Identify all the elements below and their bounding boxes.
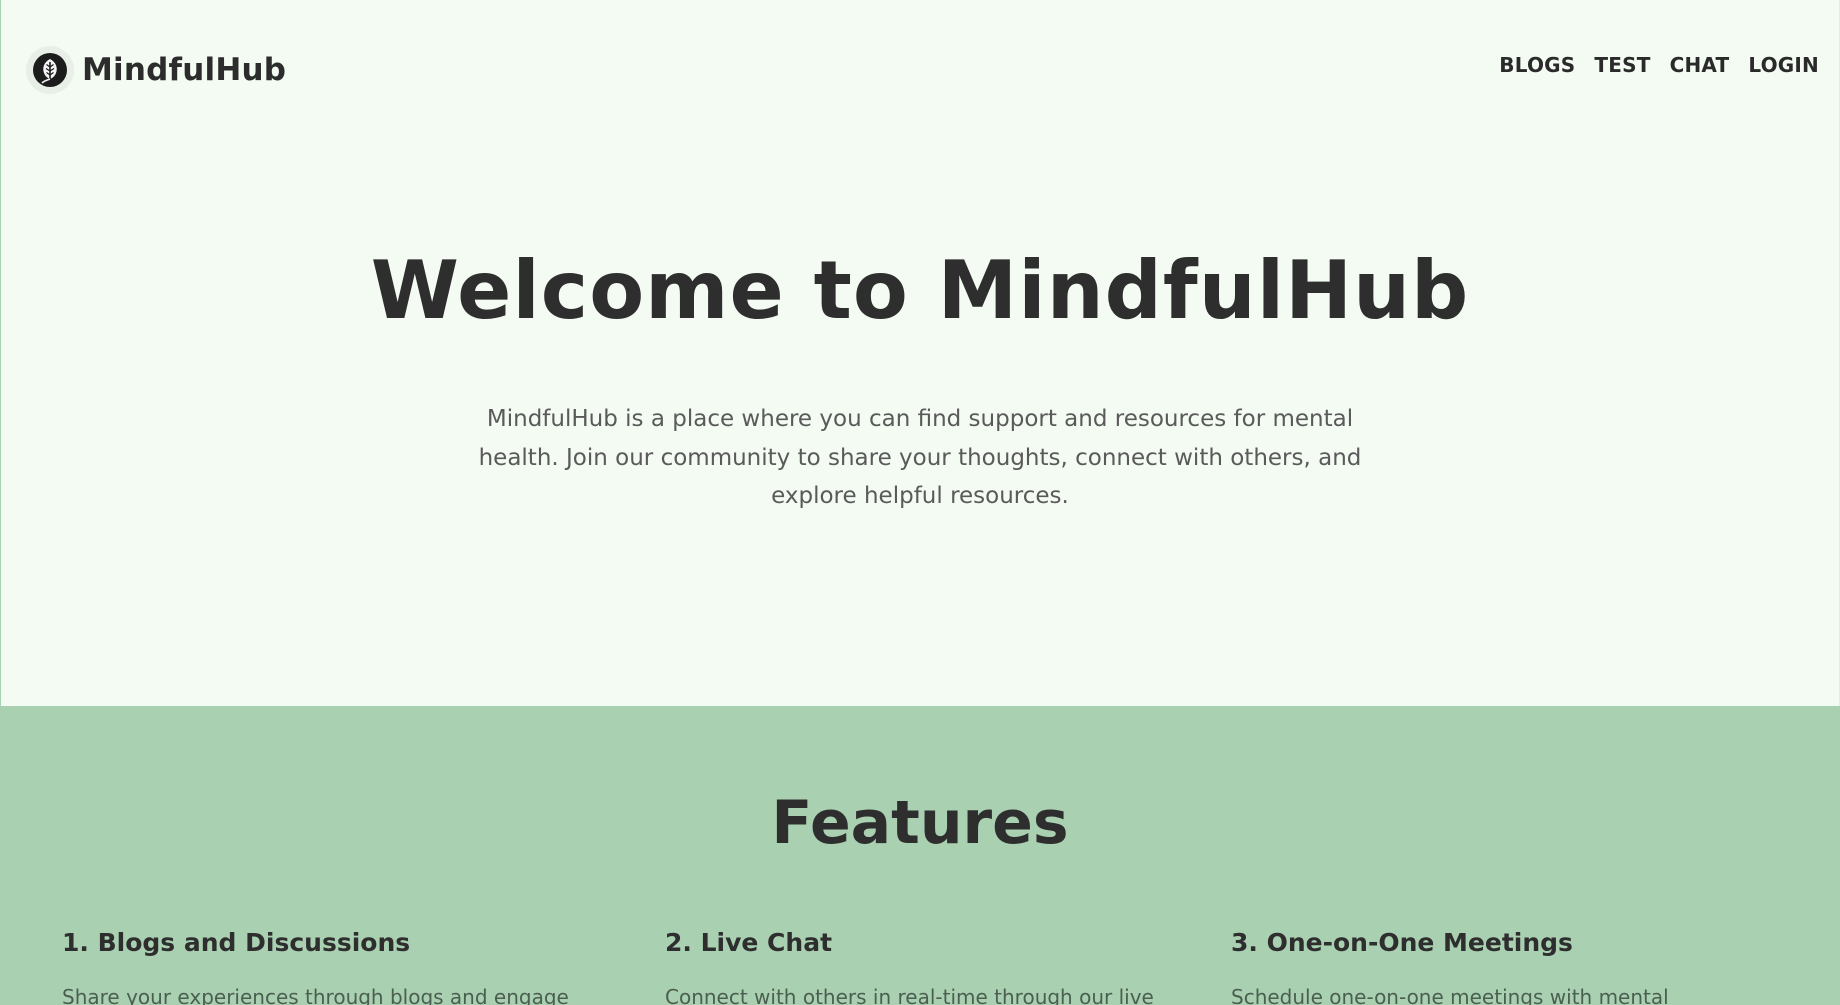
nav-link-chat[interactable]: CHAT (1670, 53, 1730, 77)
feature-card-meetings: 3. One-on-One Meetings Schedule one-on-o… (1231, 928, 1669, 1005)
nav-link-test[interactable]: TEST (1594, 53, 1650, 77)
site-header: MindfulHub BLOGS TEST CHAT LOGIN (0, 0, 1840, 140)
feature-description: Share your experiences through blogs and… (62, 985, 569, 1005)
hero-subtitle: MindfulHub is a place where you can find… (478, 406, 1362, 509)
leaf-icon (26, 46, 74, 94)
feature-title: 3. One-on-One Meetings (1231, 928, 1573, 957)
brand-name: MindfulHub (82, 52, 287, 88)
feature-card-blogs: 1. Blogs and Discussions Share your expe… (62, 928, 569, 1005)
feature-title: 2. Live Chat (665, 928, 833, 957)
main-nav: BLOGS TEST CHAT LOGIN (1499, 53, 1819, 77)
feature-description: Schedule one-on-one meetings with mental (1231, 985, 1669, 1005)
feature-card-live-chat: 2. Live Chat Connect with others in real… (665, 928, 1154, 1005)
brand[interactable]: MindfulHub (26, 46, 286, 94)
features-section: Features 1. Blogs and Discussions Share … (0, 706, 1840, 1005)
hero-title: Welcome to MindfulHub (370, 244, 1470, 337)
feature-description: Connect with others in real-time through… (665, 985, 1154, 1005)
nav-link-blogs[interactable]: BLOGS (1499, 53, 1575, 77)
nav-link-login[interactable]: LOGIN (1748, 53, 1819, 77)
feature-title: 1. Blogs and Discussions (62, 928, 411, 957)
features-title: Features (771, 788, 1069, 858)
